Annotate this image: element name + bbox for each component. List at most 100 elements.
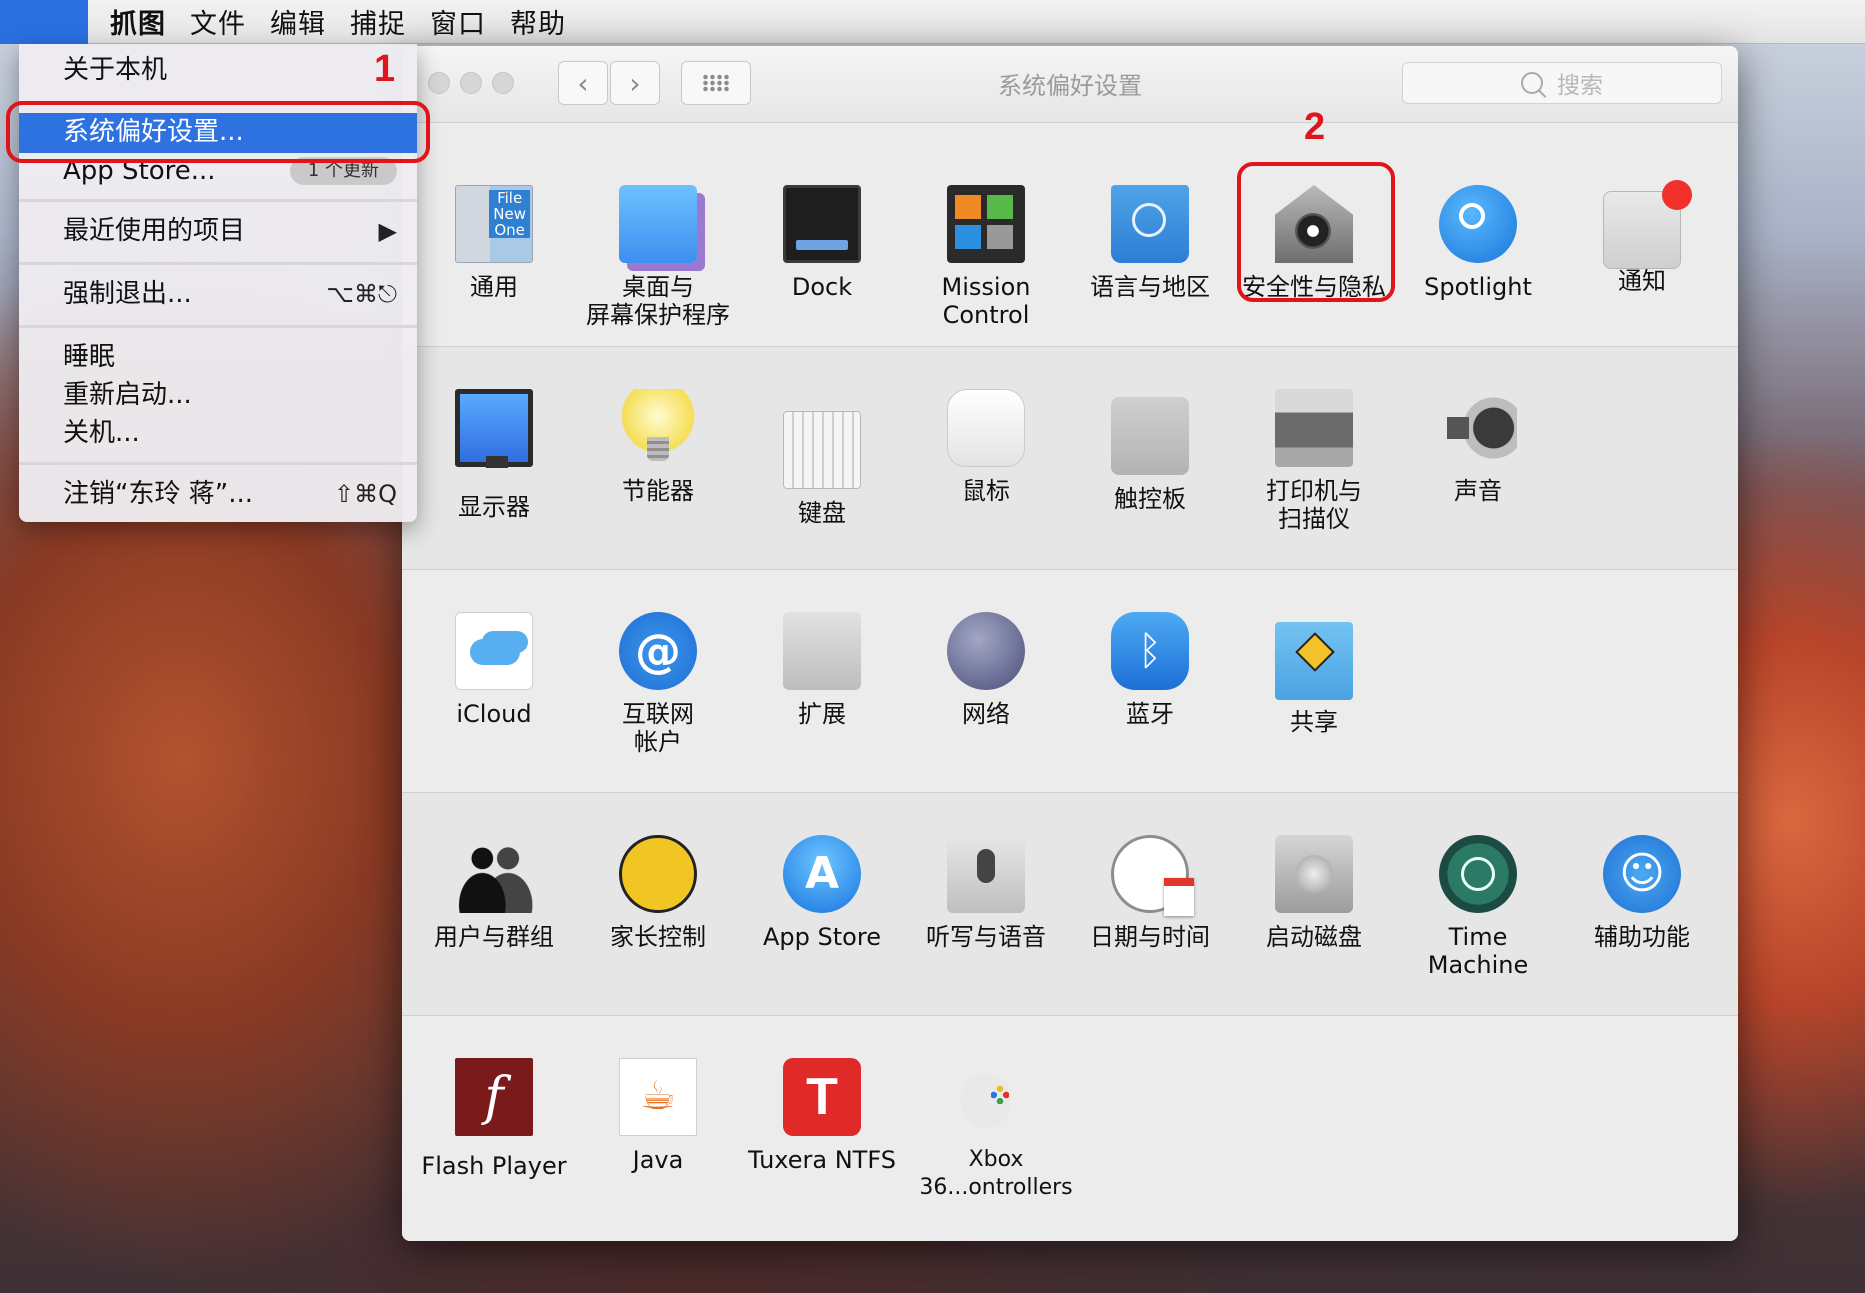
menu-separator [19,325,417,328]
menu-item-file[interactable]: 文件 [190,2,246,41]
printer-scanner-icon [1275,389,1353,467]
pane-flash-player[interactable]: f Flash Player [412,1058,576,1180]
pane-label: 打印机与 扫描仪 [1266,477,1362,533]
pane-energy-saver[interactable]: 节能器 [576,389,740,505]
pane-java[interactable]: ☕ Java [576,1058,740,1174]
language-region-icon [1111,185,1189,263]
pane-language-region[interactable]: 语言与地区 [1068,185,1232,301]
menu-logout[interactable]: 注销“东玲 蒋”... ⇧⌘Q [19,475,417,513]
menu-shutdown[interactable]: 关机... [19,414,417,452]
pane-mission-control[interactable]: Mission Control [904,185,1068,329]
pane-startup-disk[interactable]: 启动磁盘 [1232,835,1396,951]
pane-bluetooth[interactable]: ᛒ 蓝牙 [1068,612,1232,728]
menu-item-window[interactable]: 窗口 [430,2,486,41]
app-store-icon: A [783,835,861,913]
xbox-controllers-icon [947,1058,1025,1136]
pane-label: 语言与地区 [1090,273,1210,301]
pane-xbox-controllers[interactable]: Xbox 36...ontrollers [904,1058,1073,1202]
trackpad-icon [1111,397,1189,475]
pane-label: Dock [791,273,853,301]
pane-sound[interactable]: 声音 [1396,389,1560,505]
pane-label: 互联网 帐户 [622,700,694,756]
pane-mouse[interactable]: 鼠标 [904,389,1068,505]
search-icon [1521,72,1543,94]
menu-separator [19,199,417,202]
notifications-icon [1603,180,1692,269]
pane-accessibility[interactable]: ☺ 辅助功能 [1560,835,1724,951]
pane-label: Xbox 36...ontrollers [919,1147,1073,1200]
java-icon: ☕ [619,1058,697,1136]
menu-item-capture[interactable]: 捕捉 [350,2,406,41]
date-time-icon [1111,835,1194,916]
pane-label: Tuxera NTFS [748,1146,896,1174]
pane-label: 通用 [470,273,518,301]
pane-label: 网络 [962,700,1010,728]
menu-force-quit[interactable]: 强制退出... ⌥⌘⎋ [19,275,417,313]
mouse-icon [947,389,1025,467]
menu-force-quit-label: 强制退出... [63,279,192,309]
pane-dictation-speech[interactable]: 听写与语音 [904,835,1068,951]
prefs-section-system: 用户与群组 家长控制 A App Store 听写与语音 日期与时间 启动磁盘 … [402,792,1738,1015]
menu-item-help[interactable]: 帮助 [510,2,566,41]
pane-label: 键盘 [798,499,846,527]
menu-logout-label: 注销“东玲 蒋”... [63,479,253,509]
pane-label: Time Machine [1427,923,1529,979]
logout-shortcut: ⇧⌘Q [334,480,397,508]
menu-recent-items[interactable]: 最近使用的项目 ▶ [19,212,417,250]
energy-saver-icon [619,389,697,467]
general-icon: File New One [455,185,533,263]
pane-users-groups[interactable]: 用户与群组 [412,835,576,951]
pane-keyboard[interactable]: 键盘 [740,389,904,527]
desktop-screensaver-icon [619,185,697,263]
pane-app-store[interactable]: A App Store [740,835,904,951]
menu-about-this-mac[interactable]: 关于本机 [19,51,417,89]
pane-label: 家长控制 [610,923,706,951]
force-quit-shortcut: ⌥⌘⎋ [326,280,397,308]
pane-displays[interactable]: 显示器 [412,389,576,521]
apple-logo-icon[interactable] [0,0,88,44]
pane-label: 通知 [1618,267,1666,295]
menu-item-edit[interactable]: 编辑 [270,2,326,41]
menu-sleep[interactable]: 睡眠 [19,338,417,376]
prefs-section-hardware: 显示器 节能器 键盘 鼠标 触控板 打印机与 扫描仪 声音 [402,346,1738,569]
startup-disk-icon [1275,835,1353,913]
pane-label: 启动磁盘 [1266,923,1362,951]
parental-controls-icon [619,835,697,913]
pane-network[interactable]: 网络 [904,612,1068,728]
menu-restart[interactable]: 重新启动... [19,376,417,414]
general-icon-label: File New One [489,190,530,238]
pane-label: 触控板 [1114,485,1186,513]
pane-label: 鼠标 [962,477,1010,505]
pane-label: 用户与群组 [434,923,554,951]
pane-icloud[interactable]: iCloud [412,612,576,728]
window-titlebar: ‹ › 系统偏好设置 搜索 [402,46,1738,123]
prefs-section-other: f Flash Player ☕ Java T Tuxera NTFS Xbox… [402,1015,1738,1241]
network-icon [947,612,1025,690]
pane-time-machine[interactable]: Time Machine [1396,835,1560,979]
pane-trackpad[interactable]: 触控板 [1068,389,1232,513]
pane-spotlight[interactable]: Spotlight [1396,185,1560,301]
pane-notifications[interactable]: 通知 [1560,180,1724,295]
menu-bar: 抓图 文件 编辑 捕捉 窗口 帮助 [0,0,1865,44]
pane-desktop-screensaver[interactable]: 桌面与 屏幕保护程序 [576,185,740,329]
menu-item-grab[interactable]: 抓图 [110,2,166,41]
pane-date-time[interactable]: 日期与时间 [1068,835,1232,951]
pane-printers-scanners[interactable]: 打印机与 扫描仪 [1232,389,1396,533]
pane-internet-accounts[interactable]: @ 互联网 帐户 [576,612,740,756]
tuxera-ntfs-icon: T [783,1058,861,1136]
pane-dock[interactable]: Dock [740,185,904,301]
menu-separator [19,462,417,465]
pane-label: 日期与时间 [1090,923,1210,951]
pane-sharing[interactable]: 共享 [1232,612,1396,736]
pane-extensions[interactable]: 扩展 [740,612,904,728]
search-field[interactable]: 搜索 [1402,62,1722,104]
pane-parental-controls[interactable]: 家长控制 [576,835,740,951]
keyboard-icon [783,411,861,489]
pane-label: App Store [763,923,881,951]
pane-general[interactable]: File New One 通用 [412,185,576,301]
pane-label: 蓝牙 [1126,700,1174,728]
annotation-box-2 [1237,162,1395,302]
search-placeholder: 搜索 [1557,73,1603,99]
pane-tuxera-ntfs[interactable]: T Tuxera NTFS [740,1058,904,1174]
pane-label: Flash Player [421,1152,567,1180]
